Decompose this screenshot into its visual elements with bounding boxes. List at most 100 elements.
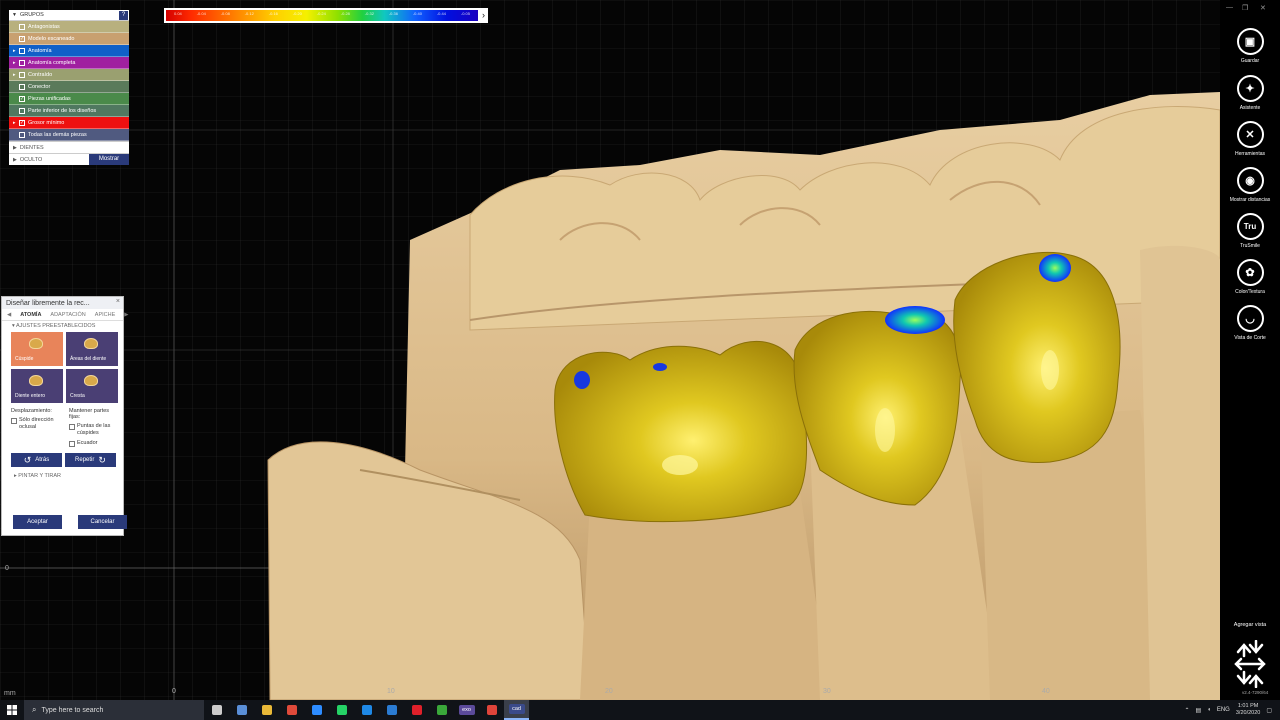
- taskbar-task-view-icon[interactable]: [204, 700, 229, 720]
- add-view-label[interactable]: Agregar vista: [1220, 622, 1280, 628]
- group-label: Piezas unificadas: [28, 95, 71, 102]
- group-visibility-checkbox[interactable]: [19, 59, 25, 66]
- accept-button[interactable]: Aceptar: [13, 515, 62, 529]
- help-icon[interactable]: ?: [119, 11, 128, 20]
- taskbar-camtasia-icon[interactable]: [429, 700, 454, 720]
- tool-trusmile[interactable]: Tru TruSmile: [1220, 213, 1280, 249]
- scene-canvas[interactable]: [0, 0, 1220, 700]
- equator-option[interactable]: Ecuador: [69, 440, 121, 447]
- language-indicator[interactable]: ENG: [1217, 707, 1230, 713]
- group-row[interactable]: Antagonistas: [9, 21, 129, 33]
- right-toolbar: — ❐ ✕ ▣ Guardar ✦ Asistente ✕ Herramientas ◉ Mo…: [1220, 0, 1280, 700]
- close-icon[interactable]: ×: [116, 298, 120, 305]
- presets-section-header[interactable]: ▾ AJUSTES PREESTABLECIDOS: [2, 321, 123, 330]
- group-visibility-checkbox[interactable]: [19, 23, 25, 30]
- group-visibility-checkbox[interactable]: ✓: [19, 35, 25, 42]
- whatsapp-icon: [336, 705, 347, 715]
- task-view-icon: [211, 705, 222, 715]
- group-visibility-checkbox[interactable]: [19, 83, 25, 90]
- preset-button[interactable]: Cresta: [66, 369, 118, 403]
- tool-vista-de-corte[interactable]: ◡ Vista de Corte: [1220, 305, 1280, 341]
- show-button[interactable]: Mostrar: [89, 154, 129, 165]
- network-icon[interactable]: ▤: [1196, 707, 1202, 714]
- color-scale-tick: -0.05: [460, 11, 470, 16]
- taskbar-messenger-icon[interactable]: [354, 700, 379, 720]
- group-row[interactable]: Parte inferior de los diseños: [9, 105, 129, 117]
- cusp-tips-option[interactable]: Puntas de las cúspides: [69, 423, 121, 437]
- cancel-button[interactable]: Cancelar: [78, 515, 127, 529]
- taskbar-whatsapp-icon[interactable]: [329, 700, 354, 720]
- taskbar-search-box[interactable]: ⌕ Type here to search: [24, 700, 204, 720]
- preset-button[interactable]: Áreas del diente: [66, 332, 118, 366]
- group-visibility-checkbox[interactable]: [19, 47, 25, 54]
- cusp-tips-checkbox[interactable]: [69, 424, 75, 430]
- tool-herramientas[interactable]: ✕ Herramientas: [1220, 121, 1280, 157]
- tray-overflow-icon[interactable]: ⌃: [1185, 707, 1190, 714]
- restore-icon[interactable]: ❐: [1242, 4, 1248, 12]
- minimize-icon[interactable]: —: [1226, 4, 1233, 11]
- equator-checkbox[interactable]: [69, 441, 75, 447]
- tool-color-textura[interactable]: ✿ Color/Textura: [1220, 259, 1280, 295]
- redo-button[interactable]: Repetir ↻: [65, 453, 116, 467]
- view-direction-arrows-icon[interactable]: [1232, 640, 1268, 688]
- paint-pull-section[interactable]: ▸ PINTAR Y TIRAR: [2, 467, 123, 479]
- groups-header[interactable]: ▼ GRUPOS ?: [9, 10, 129, 21]
- hidden-section[interactable]: ▶ OCULTO Mostrar: [9, 153, 129, 165]
- group-row[interactable]: Conector: [9, 81, 129, 93]
- group-row[interactable]: ▸ Anatomía: [9, 45, 129, 57]
- clock[interactable]: 1:01 PM 3/20/2020: [1236, 703, 1260, 717]
- color-scale-tick: -0.12: [244, 11, 254, 16]
- preset-button[interactable]: Cúspide: [11, 332, 63, 366]
- notifications-icon[interactable]: ▢: [1266, 707, 1272, 714]
- wand-icon: ✦: [1236, 75, 1264, 102]
- group-row[interactable]: ▸ ✓ Grosor mínimo: [9, 117, 129, 129]
- tool-guardar[interactable]: ▣ Guardar: [1220, 28, 1280, 64]
- taskbar-chrome-icon[interactable]: [279, 700, 304, 720]
- taskbar-apps: exo cad: [204, 700, 529, 720]
- taskbar-pdf-icon[interactable]: [479, 700, 504, 720]
- group-row[interactable]: ▸ Contraído: [9, 69, 129, 81]
- group-row[interactable]: ✓ Modelo escaneado: [9, 33, 129, 45]
- tab-anatomia[interactable]: ATOMÍA: [20, 312, 41, 318]
- taskbar-opera-icon[interactable]: [404, 700, 429, 720]
- close-window-icon[interactable]: ✕: [1260, 4, 1266, 12]
- teeth-section[interactable]: ▶ DIENTES: [9, 141, 129, 153]
- x-tick-20: 20: [605, 688, 613, 695]
- group-visibility-checkbox[interactable]: [19, 131, 25, 138]
- taskbar-app-browser-icon[interactable]: [229, 700, 254, 720]
- windows-start-icon[interactable]: [0, 700, 24, 720]
- group-visibility-checkbox[interactable]: ✓: [19, 95, 25, 102]
- group-row[interactable]: Todas las demás piezas: [9, 129, 129, 141]
- taskbar-exocad-icon[interactable]: exo: [454, 700, 479, 720]
- tool-asistente[interactable]: ✦ Asistente: [1220, 75, 1280, 111]
- 3d-viewport[interactable]: 0 10 20 30 40 mm 0: [0, 0, 1220, 700]
- tool-mostrar-distancias[interactable]: ◉ Mostrar distancias: [1220, 167, 1280, 203]
- chevron-right-icon[interactable]: ▶: [13, 145, 17, 151]
- chevron-down-icon[interactable]: ▼: [12, 12, 17, 18]
- group-visibility-checkbox[interactable]: ✓: [19, 119, 25, 126]
- tab-adaptacion[interactable]: ADAPTACIÓN: [50, 312, 85, 318]
- group-row[interactable]: ✓ Piezas unificadas: [9, 93, 129, 105]
- clock-time: 1:01 PM: [1237, 703, 1259, 709]
- taskbar-zoom-icon[interactable]: [304, 700, 329, 720]
- group-label: Contraído: [28, 71, 53, 78]
- group-row[interactable]: ▸ Anatomía completa: [9, 57, 129, 69]
- volume-icon[interactable]: ◖: [1207, 707, 1211, 713]
- occlusal-only-checkbox[interactable]: [11, 418, 17, 424]
- exocad-icon: exo: [458, 705, 475, 715]
- taskbar-file-explorer-icon[interactable]: [254, 700, 279, 720]
- group-visibility-checkbox[interactable]: [19, 107, 25, 114]
- preset-button[interactable]: Diente entero: [11, 369, 63, 403]
- group-label: Anatomía: [28, 47, 52, 54]
- taskbar-cad-icon[interactable]: cad: [504, 700, 529, 720]
- group-visibility-checkbox[interactable]: [19, 71, 25, 78]
- dialog-titlebar[interactable]: Diseñar libremente la rec... ×: [2, 297, 123, 309]
- chevron-left-icon[interactable]: ◀: [7, 312, 11, 318]
- taskbar-word-doc-icon[interactable]: [379, 700, 404, 720]
- chevron-right-icon[interactable]: ›: [482, 10, 485, 21]
- tab-apiche[interactable]: APICHE: [95, 312, 115, 318]
- chevron-right-icon[interactable]: ▶: [124, 312, 128, 318]
- back-button[interactable]: ↺ Atrás: [11, 453, 62, 467]
- occlusal-only-option[interactable]: Sólo dirección oclusal: [11, 417, 63, 431]
- chevron-right-icon[interactable]: ▶: [13, 157, 17, 163]
